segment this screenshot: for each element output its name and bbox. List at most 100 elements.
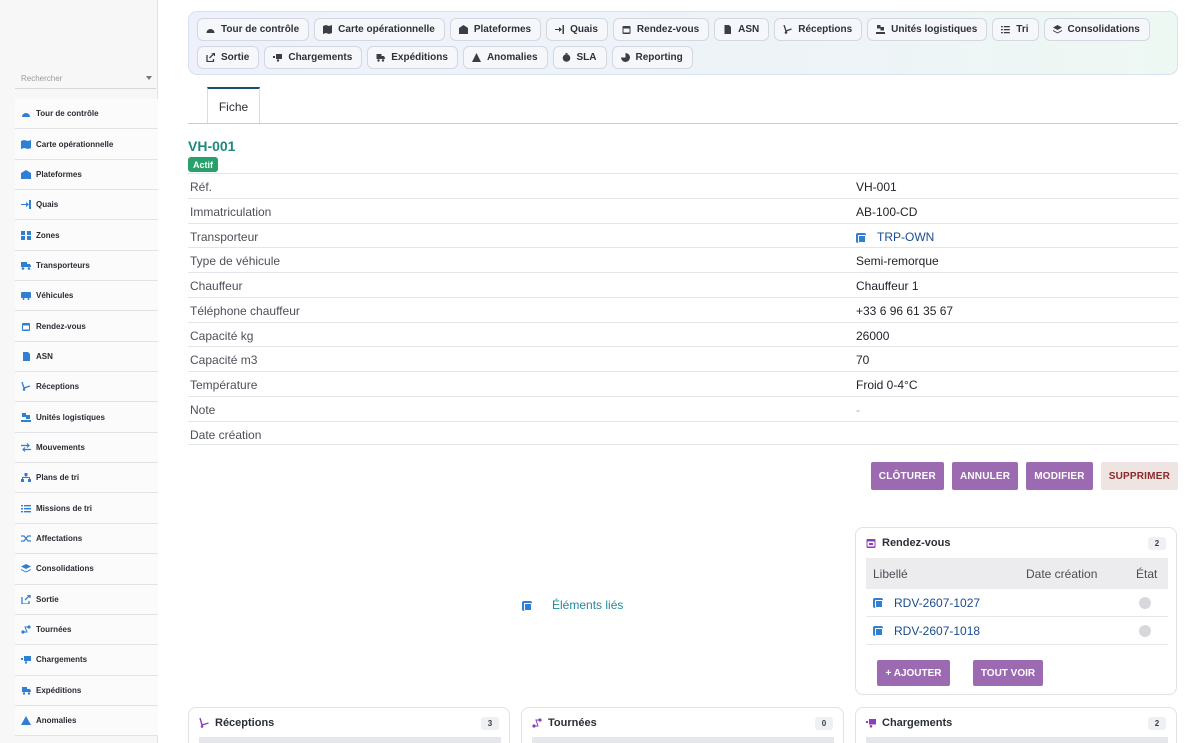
field-row: Note - bbox=[188, 395, 1178, 421]
toolbar-button-sla[interactable]: SLA bbox=[552, 46, 607, 69]
sidebar-item-asn[interactable]: ASN bbox=[15, 341, 158, 373]
toolbar-button-quais[interactable]: Quais bbox=[546, 18, 608, 41]
table-row[interactable]: RDV-2607-1027 bbox=[866, 589, 1168, 617]
map-icon bbox=[21, 139, 31, 149]
toolbar-button-reporting[interactable]: Reporting bbox=[611, 46, 693, 69]
field-label: Type de véhicule bbox=[190, 254, 281, 269]
gauge-icon bbox=[206, 29, 215, 33]
field-label: Chauffeur bbox=[190, 279, 243, 293]
tab-label: Fiche bbox=[218, 99, 249, 114]
sidebar-item-chargements[interactable]: Chargements bbox=[15, 645, 158, 676]
rendez-vous-link[interactable]: RDV-2607-1027 bbox=[894, 596, 980, 610]
count-badge: 0 bbox=[815, 717, 833, 730]
toolbar-button-label: Expéditions bbox=[391, 52, 448, 63]
sidebar-item-label: Plateformes bbox=[36, 169, 82, 179]
sidebar-item-rendez-vous[interactable]: Rendez-vous bbox=[15, 311, 158, 342]
map-icon bbox=[323, 25, 333, 34]
toolbar-button-label: Unités logistiques bbox=[891, 24, 978, 35]
dolly-icon bbox=[21, 382, 31, 392]
toolbar-button-consolidations[interactable]: Consolidations bbox=[1043, 18, 1150, 41]
sidebar-item-anomalies[interactable]: Anomalies bbox=[15, 705, 158, 737]
sidebar-item-plateformes[interactable]: Plateformes bbox=[15, 159, 158, 191]
sidebar-item-label: Quais bbox=[36, 200, 59, 210]
toolbar-button-receptions[interactable]: Réceptions bbox=[774, 18, 863, 41]
toolbar-button-sortie[interactable]: Sortie bbox=[197, 46, 260, 69]
field-label: Capacité m3 bbox=[190, 353, 258, 368]
sidebar-item-carte-operationnelle[interactable]: Carte opérationnelle bbox=[15, 129, 158, 160]
sidebar-item-quais[interactable]: Quais bbox=[15, 190, 158, 221]
column-header[interactable]: Libellé bbox=[873, 567, 908, 581]
toolbar-button-tri[interactable]: Tri bbox=[992, 18, 1039, 41]
layers-icon bbox=[21, 564, 31, 573]
toolbar-button-anomalies[interactable]: Anomalies bbox=[462, 46, 548, 69]
sidebar-item-consolidations[interactable]: Consolidations bbox=[15, 554, 158, 585]
field-row: Capacité m3 70 bbox=[188, 346, 1178, 371]
toolbar-button-chargements[interactable]: Chargements bbox=[264, 46, 363, 69]
sidebar-item-plans-de-tri[interactable]: Plans de tri bbox=[15, 463, 158, 494]
sidebar-item-label: Plans de tri bbox=[36, 473, 80, 483]
cancel-button[interactable]: ANNULER bbox=[951, 462, 1019, 490]
sidebar-item-affectations[interactable]: Affectations bbox=[15, 523, 158, 555]
count-badge: 2 bbox=[1148, 537, 1166, 550]
toolbar-button-label: Plateformes bbox=[473, 24, 532, 35]
dock-entry-icon bbox=[555, 25, 565, 34]
route-icon bbox=[532, 718, 542, 728]
field-row: Réf. VH-001 bbox=[188, 173, 1178, 198]
pallet-boxes-icon bbox=[21, 412, 31, 422]
sidebar-nav: Tour de contrôle Carte opérationnelle Pl… bbox=[15, 99, 158, 737]
toolbar-button-rendez-vous[interactable]: Rendez-vous bbox=[612, 18, 710, 41]
sidebar-item-unites-logistiques[interactable]: Unités logistiques bbox=[15, 402, 158, 433]
toolbar-button-unites-logistiques[interactable]: Unités logistiques bbox=[867, 18, 988, 41]
delete-button[interactable]: SUPPRIMER bbox=[1100, 462, 1178, 490]
sidebar-item-zones[interactable]: Zones bbox=[15, 220, 158, 251]
sidebar-item-receptions[interactable]: Réceptions bbox=[15, 372, 158, 403]
field-label: Téléphone chauffeur bbox=[190, 303, 300, 318]
toolbar-button-asn[interactable]: ASN bbox=[714, 18, 770, 41]
sidebar-item-label: Sortie bbox=[36, 594, 59, 604]
toolbar-button-plateformes[interactable]: Plateformes bbox=[449, 18, 542, 41]
column-header[interactable]: État bbox=[1136, 567, 1157, 581]
card-header: Chargements bbox=[866, 717, 952, 729]
toolbar-button-label: Chargements bbox=[288, 52, 353, 63]
toolbar-button-label: Rendez-vous bbox=[636, 24, 700, 35]
card-header: Réceptions bbox=[199, 717, 274, 729]
layers-icon bbox=[1052, 25, 1062, 34]
toolbar-button-tour-de-controle[interactable]: Tour de contrôle bbox=[197, 18, 310, 41]
sidebar-item-expeditions[interactable]: Expéditions bbox=[15, 675, 158, 706]
chevron-down-icon[interactable] bbox=[146, 76, 152, 80]
sidebar-item-label: Tournées bbox=[36, 625, 72, 635]
toolbar-button-carte-operationnelle[interactable]: Carte opérationnelle bbox=[314, 18, 445, 41]
sidebar-item-label: Expéditions bbox=[36, 685, 82, 695]
transporteur-link[interactable]: TRP-OWN bbox=[856, 230, 934, 244]
chargements-card: Chargements 2 bbox=[855, 707, 1177, 743]
sidebar-item-sortie[interactable]: Sortie bbox=[15, 584, 158, 615]
table-header bbox=[532, 737, 834, 743]
tab-fiche[interactable]: Fiche bbox=[207, 87, 260, 124]
view-all-button[interactable]: TOUT VOIR bbox=[973, 660, 1043, 686]
document-arrow-icon bbox=[724, 25, 732, 34]
sidebar-item-mouvements[interactable]: Mouvements bbox=[15, 432, 158, 464]
edit-button[interactable]: MODIFIER bbox=[1026, 462, 1093, 490]
sidebar-item-tour-de-controle[interactable]: Tour de contrôle bbox=[15, 99, 158, 130]
sidebar-item-tournees[interactable]: Tournées bbox=[15, 614, 158, 646]
bus-icon bbox=[21, 292, 31, 301]
field-value: VH-001 bbox=[856, 180, 897, 194]
toolbar-button-label: Quais bbox=[570, 24, 598, 35]
table-row[interactable]: RDV-2607-1018 bbox=[866, 617, 1168, 645]
close-button[interactable]: CLÔTURER bbox=[870, 462, 944, 490]
field-value: Froid 0-4°C bbox=[856, 378, 918, 392]
toolbar-button-label: Tour de contrôle bbox=[221, 24, 300, 35]
warehouse-icon bbox=[458, 25, 468, 34]
rendez-vous-link[interactable]: RDV-2607-1018 bbox=[894, 624, 980, 638]
sitemap-icon bbox=[21, 473, 31, 483]
column-header[interactable]: Date création bbox=[1026, 567, 1097, 581]
sidebar-item-transporteurs[interactable]: Transporteurs bbox=[15, 250, 158, 282]
sidebar-item-vehicules[interactable]: Véhicules bbox=[15, 281, 158, 312]
sidebar-item-missions-de-tri[interactable]: Missions de tri bbox=[15, 493, 158, 524]
field-label: Réf. bbox=[190, 180, 213, 194]
card-title: Tournées bbox=[548, 717, 597, 729]
add-button[interactable]: + AJOUTER bbox=[877, 660, 950, 686]
search-select[interactable]: Rechercher bbox=[15, 69, 156, 89]
truck-loading-icon bbox=[866, 719, 876, 728]
toolbar-button-expeditions[interactable]: Expéditions bbox=[367, 46, 458, 69]
